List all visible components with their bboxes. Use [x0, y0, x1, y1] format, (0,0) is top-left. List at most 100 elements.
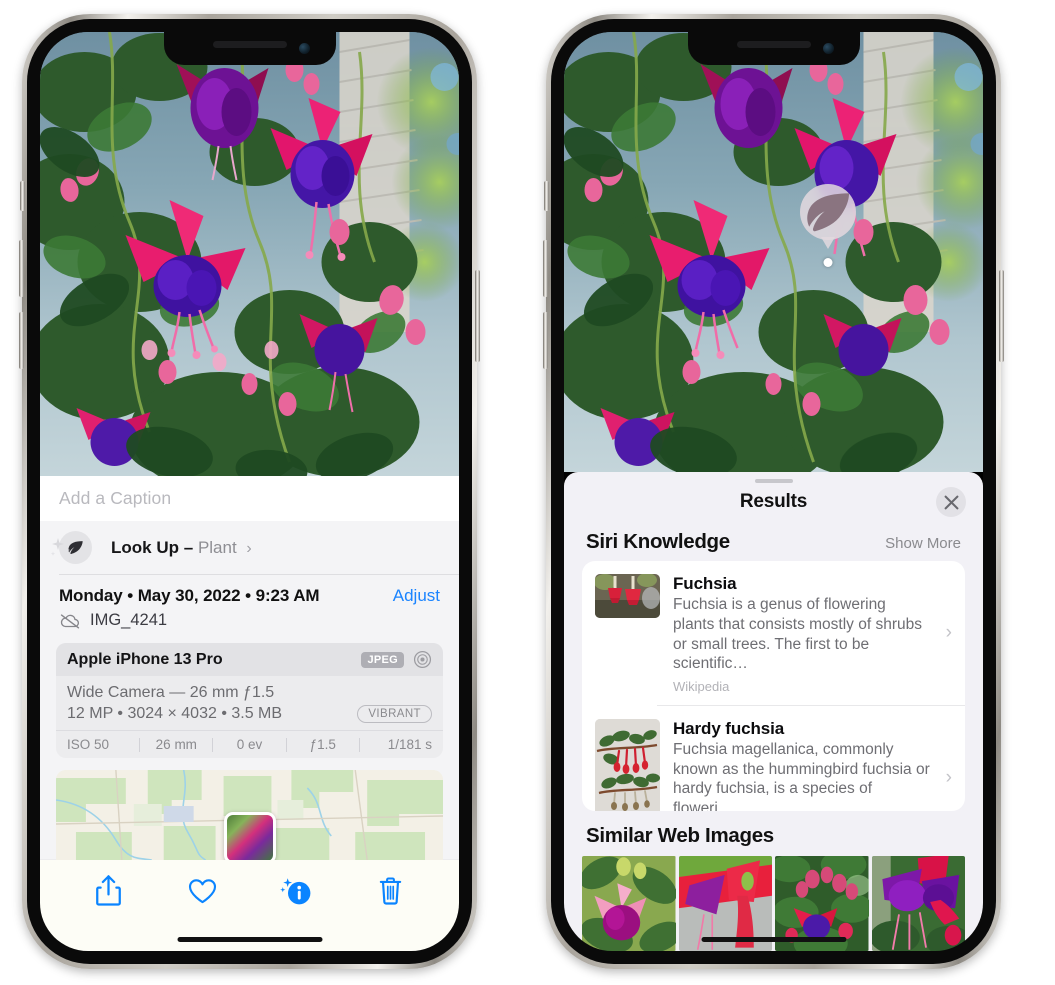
notch: [163, 32, 336, 65]
notch: [687, 32, 860, 65]
photo-date: Monday • May 30, 2022 • 9:23 AM: [59, 586, 320, 606]
camera-spec-line: 12 MP • 3024 × 4032 • 3.5 MB: [67, 705, 283, 723]
visual-look-up-circle[interactable]: [800, 184, 856, 240]
sparkle-icon: [50, 538, 70, 557]
front-camera-icon: [298, 43, 310, 54]
look-up-title: Look Up: [111, 537, 179, 557]
hardy-fuchsia-thumbnail-image: [595, 719, 660, 811]
screen-right: Results Siri Knowledge Show More Fuchsia…: [564, 32, 983, 951]
photographic-style-badge: VIBRANT: [357, 705, 432, 724]
siri-knowledge-header: Siri Knowledge Show More: [564, 521, 983, 561]
power-button[interactable]: [475, 270, 480, 362]
cloud-slash-icon: [60, 614, 80, 629]
photo-filename: IMG_4241: [90, 611, 168, 630]
format-badge: JPEG: [361, 651, 404, 668]
result-title: Hardy fuchsia: [673, 719, 785, 739]
exif-focal: 26 mm: [155, 737, 197, 753]
home-indicator[interactable]: [177, 937, 322, 942]
home-indicator[interactable]: [701, 937, 846, 942]
photo-fuchsia-flowers[interactable]: [40, 32, 459, 476]
result-thumbnail: [595, 574, 660, 619]
look-up-subject: Plant: [197, 537, 237, 557]
front-camera-icon: [822, 43, 834, 54]
camera-card-body: Wide Camera — 26 mm ƒ1.5 12 MP • 3024 × …: [56, 676, 443, 730]
badge-pointer: [821, 237, 835, 249]
earpiece-speaker: [212, 41, 287, 48]
visual-look-up-badge[interactable]: [800, 184, 856, 267]
exif-aperture: ƒ1.5: [309, 737, 336, 753]
mute-switch[interactable]: [20, 181, 25, 211]
results-sheet: Results Siri Knowledge Show More Fuchsia…: [564, 472, 983, 951]
photo-info-sheet: Add a Caption Look Up – Plant › Monday •…: [40, 476, 459, 951]
share-button[interactable]: [86, 868, 132, 914]
info-sparkle-icon: [280, 878, 311, 905]
web-image-1: [582, 856, 676, 951]
result-title: Fuchsia: [673, 574, 737, 594]
result-description: Fuchsia magellanica, commonly known as t…: [673, 741, 930, 811]
siri-knowledge-title: Siri Knowledge: [586, 530, 730, 554]
show-more-button[interactable]: Show More: [885, 535, 961, 552]
results-title: Results: [739, 491, 808, 513]
list-item[interactable]: Fuchsia Fuchsia is a genus of flowering …: [582, 561, 965, 705]
close-icon: [944, 495, 958, 510]
chevron-right-icon: ›: [945, 766, 952, 788]
camera-spec-row: 12 MP • 3024 × 4032 • 3.5 MB VIBRANT: [67, 705, 432, 724]
volume-up-button[interactable]: [543, 240, 548, 297]
look-up-dash: –: [183, 537, 194, 557]
caption-row[interactable]: Add a Caption: [40, 476, 459, 522]
map-photo-pin[interactable]: [223, 812, 276, 861]
leaf-icon: [807, 193, 849, 232]
info-group: Look Up – Plant › Monday • May 30, 2022 …: [40, 521, 459, 861]
share-icon: [96, 875, 122, 906]
results-header: Results: [564, 483, 983, 521]
look-up-row[interactable]: Look Up – Plant ›: [40, 521, 459, 574]
volume-down-button[interactable]: [19, 312, 24, 369]
web-image-thumbnail[interactable]: [582, 856, 676, 951]
similar-web-images-header: Similar Web Images: [564, 811, 983, 856]
similar-web-images-title: Similar Web Images: [586, 824, 774, 847]
delete-button[interactable]: [367, 868, 413, 914]
chevron-right-icon: ›: [246, 539, 252, 557]
exif-row: ISO 50 26 mm 0 ev ƒ1.5 1/181 s: [56, 730, 443, 758]
web-image-4: [871, 856, 965, 951]
camera-info-card: Apple iPhone 13 Pro JPEG Wide Camera — 2…: [56, 643, 443, 759]
trash-icon: [379, 877, 401, 905]
result-text-block: Hardy fuchsia Fuchsia magellanica, commo…: [673, 719, 952, 811]
result-source: Wikipedia: [673, 679, 730, 695]
earpiece-speaker: [736, 41, 811, 48]
subject-dot-indicator: [823, 258, 833, 267]
exif-ev: 0 ev: [236, 737, 263, 753]
heart-icon: [189, 878, 217, 903]
close-button[interactable]: [936, 487, 966, 518]
camera-header-badges: JPEG: [361, 650, 432, 669]
iphone-left: Add a Caption Look Up – Plant › Monday •…: [19, 14, 480, 969]
favorite-button[interactable]: [180, 868, 226, 914]
exif-iso: ISO 50: [67, 737, 110, 753]
date-row: Monday • May 30, 2022 • 9:23 AM Adjust: [40, 575, 459, 606]
iphone-right: Results Siri Knowledge Show More Fuchsia…: [543, 14, 1004, 969]
result-thumbnail: [595, 719, 660, 811]
photo-location-map[interactable]: [56, 770, 443, 861]
siri-knowledge-card: Fuchsia Fuchsia is a genus of flowering …: [582, 561, 965, 811]
mute-switch[interactable]: [544, 181, 549, 211]
info-button[interactable]: [273, 868, 319, 914]
camera-card-header: Apple iPhone 13 Pro JPEG: [56, 643, 443, 677]
list-item[interactable]: Hardy fuchsia Fuchsia magellanica, commo…: [582, 706, 965, 811]
exif-shutter: 1/181 s: [387, 737, 433, 753]
result-text-block: Fuchsia Fuchsia is a genus of flowering …: [673, 574, 952, 694]
fuchsia-thumbnail-image: [595, 574, 660, 619]
volume-down-button[interactable]: [543, 312, 548, 369]
volume-up-button[interactable]: [19, 240, 24, 297]
adjust-button[interactable]: Adjust: [393, 586, 440, 606]
power-button[interactable]: [999, 270, 1004, 362]
chevron-right-icon: ›: [945, 622, 952, 644]
camera-lens-line: Wide Camera — 26 mm ƒ1.5: [67, 684, 275, 702]
photo-fuchsia-flowers[interactable]: [564, 32, 983, 472]
caption-input[interactable]: Add a Caption: [59, 488, 171, 509]
photo-toolbar: [40, 860, 459, 922]
look-up-label: Look Up – Plant ›: [111, 538, 252, 558]
filename-row: IMG_4241: [40, 606, 459, 630]
result-description: Fuchsia is a genus of flowering plants t…: [673, 596, 922, 673]
aperture-icon: [413, 651, 432, 669]
web-image-thumbnail[interactable]: [871, 856, 965, 951]
